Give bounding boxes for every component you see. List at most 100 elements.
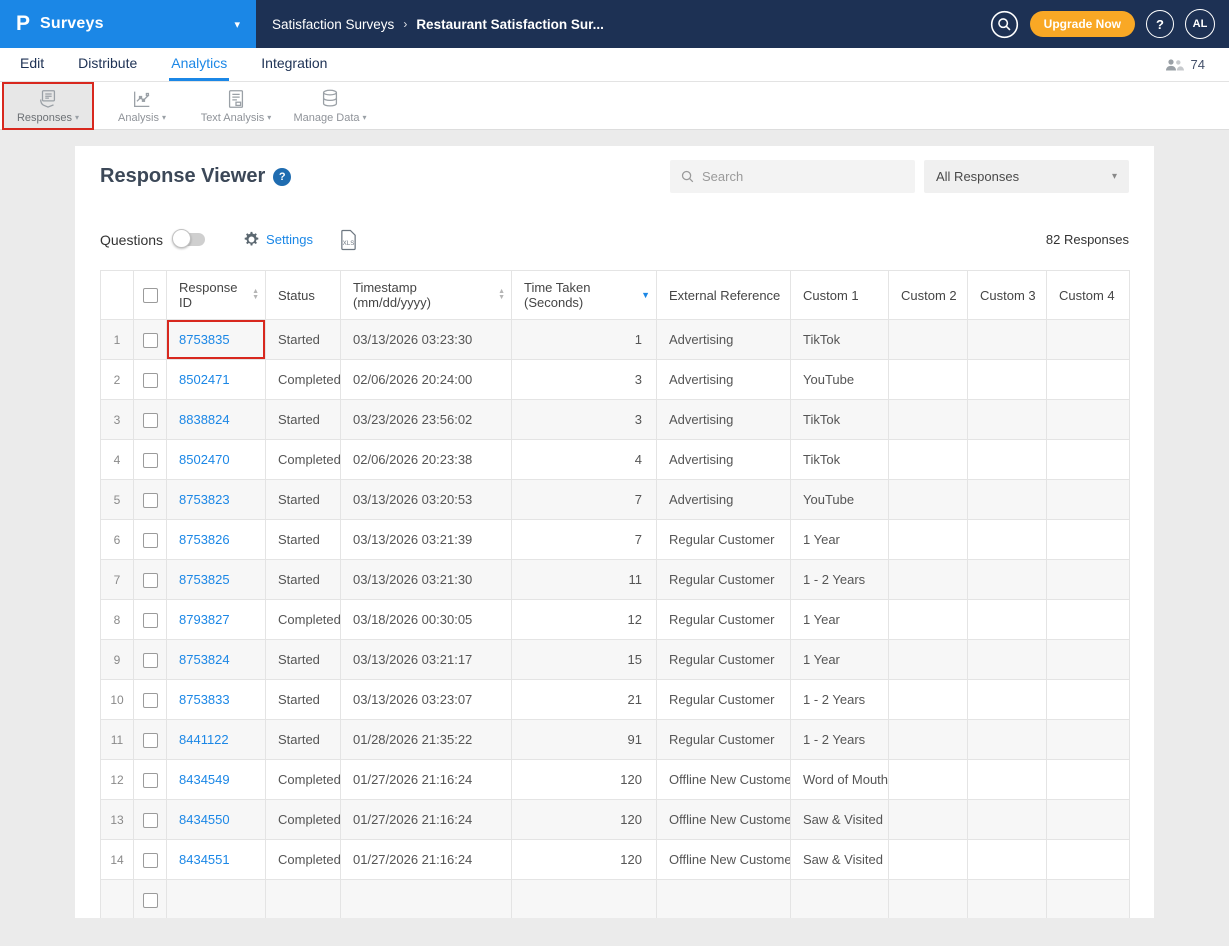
upgrade-button[interactable]: Upgrade Now: [1030, 11, 1135, 37]
row-number: 11: [101, 720, 134, 760]
sort-icon[interactable]: ▲▼: [252, 289, 259, 301]
response-id-link[interactable]: 8753824: [179, 652, 230, 667]
response-id-link[interactable]: 8838824: [179, 412, 230, 427]
response-id-link[interactable]: 8434549: [179, 772, 230, 787]
external-reference-cell: Regular Customer: [657, 560, 791, 600]
custom3-cell: [968, 720, 1047, 760]
response-id-link[interactable]: 8753835: [179, 332, 230, 347]
custom4-cell: [1047, 680, 1130, 720]
timestamp-cell: 02/06/2026 20:23:38: [341, 440, 512, 480]
status-cell: Started: [266, 400, 341, 440]
column-header-timestamp-mm-dd-yyyy[interactable]: Timestamp (mm/dd/yyyy)▲▼: [341, 271, 512, 320]
row-checkbox[interactable]: [143, 573, 158, 588]
response-id-link[interactable]: 8441122: [179, 732, 229, 747]
tab-integration[interactable]: Integration: [259, 48, 329, 81]
row-checkbox[interactable]: [143, 373, 158, 388]
main-area: Response Viewer ? All Responses ▾ Questi…: [0, 130, 1229, 946]
help-badge[interactable]: ?: [273, 168, 291, 186]
custom1-cell: 1 Year: [791, 520, 889, 560]
filter-selected-value: All Responses: [936, 169, 1019, 184]
status-cell: Started: [266, 560, 341, 600]
row-checkbox[interactable]: [143, 333, 158, 348]
toolbar-item-responses[interactable]: Responses▾: [4, 84, 92, 128]
help-button[interactable]: ?: [1146, 10, 1174, 38]
custom4-cell: [1047, 360, 1130, 400]
sort-active-icon[interactable]: ▼: [641, 290, 650, 300]
row-number: 12: [101, 760, 134, 800]
row-checkbox[interactable]: [143, 693, 158, 708]
breadcrumb-item[interactable]: Satisfaction Surveys: [272, 17, 394, 32]
tab-edit[interactable]: Edit: [18, 48, 46, 81]
row-checkbox[interactable]: [143, 653, 158, 668]
status-cell: Started: [266, 320, 341, 360]
custom2-cell: [889, 520, 968, 560]
row-checkbox[interactable]: [143, 853, 158, 868]
export-xls-button[interactable]: XLS: [339, 229, 358, 251]
toolbar-item-manage-data[interactable]: Manage Data▾: [286, 84, 374, 128]
timestamp-cell: 03/13/2026 03:21:39: [341, 520, 512, 560]
row-checkbox[interactable]: [143, 733, 158, 748]
row-checkbox[interactable]: [143, 613, 158, 628]
status-cell: [266, 880, 341, 919]
questions-toggle[interactable]: [175, 233, 205, 246]
response-count: 82 Responses: [1046, 232, 1129, 247]
chevron-down-icon: ▾: [234, 18, 240, 31]
column-label: Time Taken (Seconds): [524, 280, 635, 310]
row-checkbox-cell: [134, 600, 167, 640]
settings-button[interactable]: Settings: [243, 231, 313, 248]
custom3-cell: [968, 760, 1047, 800]
response-id-cell: 8434550: [167, 800, 266, 840]
respondent-counter[interactable]: 74: [1164, 48, 1229, 81]
breadcrumb-item[interactable]: Restaurant Satisfaction Sur...: [416, 17, 604, 32]
custom2-cell: [889, 800, 968, 840]
custom3-cell: [968, 560, 1047, 600]
response-id-link[interactable]: 8753825: [179, 572, 230, 587]
response-id-link[interactable]: 8502470: [179, 452, 230, 467]
tab-distribute[interactable]: Distribute: [76, 48, 139, 81]
toolbar-item-text-analysis[interactable]: Text Analysis▾: [192, 84, 280, 128]
row-checkbox-cell: [134, 480, 167, 520]
row-checkbox-cell: [134, 640, 167, 680]
response-id-link[interactable]: 8793827: [179, 612, 230, 627]
column-header-response-id[interactable]: Response ID▲▼: [167, 271, 266, 320]
sort-icon[interactable]: ▲▼: [498, 289, 505, 301]
custom4-cell: [1047, 800, 1130, 840]
row-checkbox[interactable]: [143, 813, 158, 828]
response-id-link[interactable]: 8753826: [179, 532, 230, 547]
response-id-cell: 8838824: [167, 400, 266, 440]
custom2-cell: [889, 760, 968, 800]
row-checkbox[interactable]: [143, 453, 158, 468]
row-checkbox[interactable]: [143, 533, 158, 548]
custom3-cell: [968, 520, 1047, 560]
response-id-link[interactable]: 8502471: [179, 372, 230, 387]
search-icon[interactable]: [990, 10, 1019, 39]
time-taken-cell: 12: [512, 600, 657, 640]
response-id-link[interactable]: 8753823: [179, 492, 230, 507]
response-id-link[interactable]: 8753833: [179, 692, 230, 707]
toolbar-item-analysis[interactable]: Analysis▾: [98, 84, 186, 128]
responses-filter-dropdown[interactable]: All Responses ▾: [924, 160, 1129, 193]
row-checkbox-cell: [134, 520, 167, 560]
response-id-cell: 8793827: [167, 600, 266, 640]
avatar[interactable]: AL: [1185, 9, 1215, 39]
row-checkbox[interactable]: [143, 773, 158, 788]
response-id-link[interactable]: 8434550: [179, 812, 230, 827]
row-number: 13: [101, 800, 134, 840]
custom4-cell: [1047, 640, 1130, 680]
table-row: 118441122Started01/28/2026 21:35:2291Reg…: [101, 720, 1130, 760]
response-id-link[interactable]: 8434551: [179, 852, 230, 867]
row-checkbox[interactable]: [143, 893, 158, 908]
column-header-time-taken-seconds[interactable]: Time Taken (Seconds) ▼: [512, 271, 657, 320]
row-number: 2: [101, 360, 134, 400]
custom2-cell: [889, 880, 968, 919]
product-switcher[interactable]: P Surveys ▾: [0, 0, 256, 48]
search-input[interactable]: [702, 169, 905, 184]
external-reference-cell: Offline New Customer: [657, 800, 791, 840]
select-all-checkbox[interactable]: [143, 288, 158, 303]
row-checkbox[interactable]: [143, 413, 158, 428]
custom2-cell: [889, 320, 968, 360]
time-taken-cell: 7: [512, 480, 657, 520]
row-checkbox[interactable]: [143, 493, 158, 508]
tab-analytics[interactable]: Analytics: [169, 48, 229, 81]
custom1-cell: 1 Year: [791, 640, 889, 680]
